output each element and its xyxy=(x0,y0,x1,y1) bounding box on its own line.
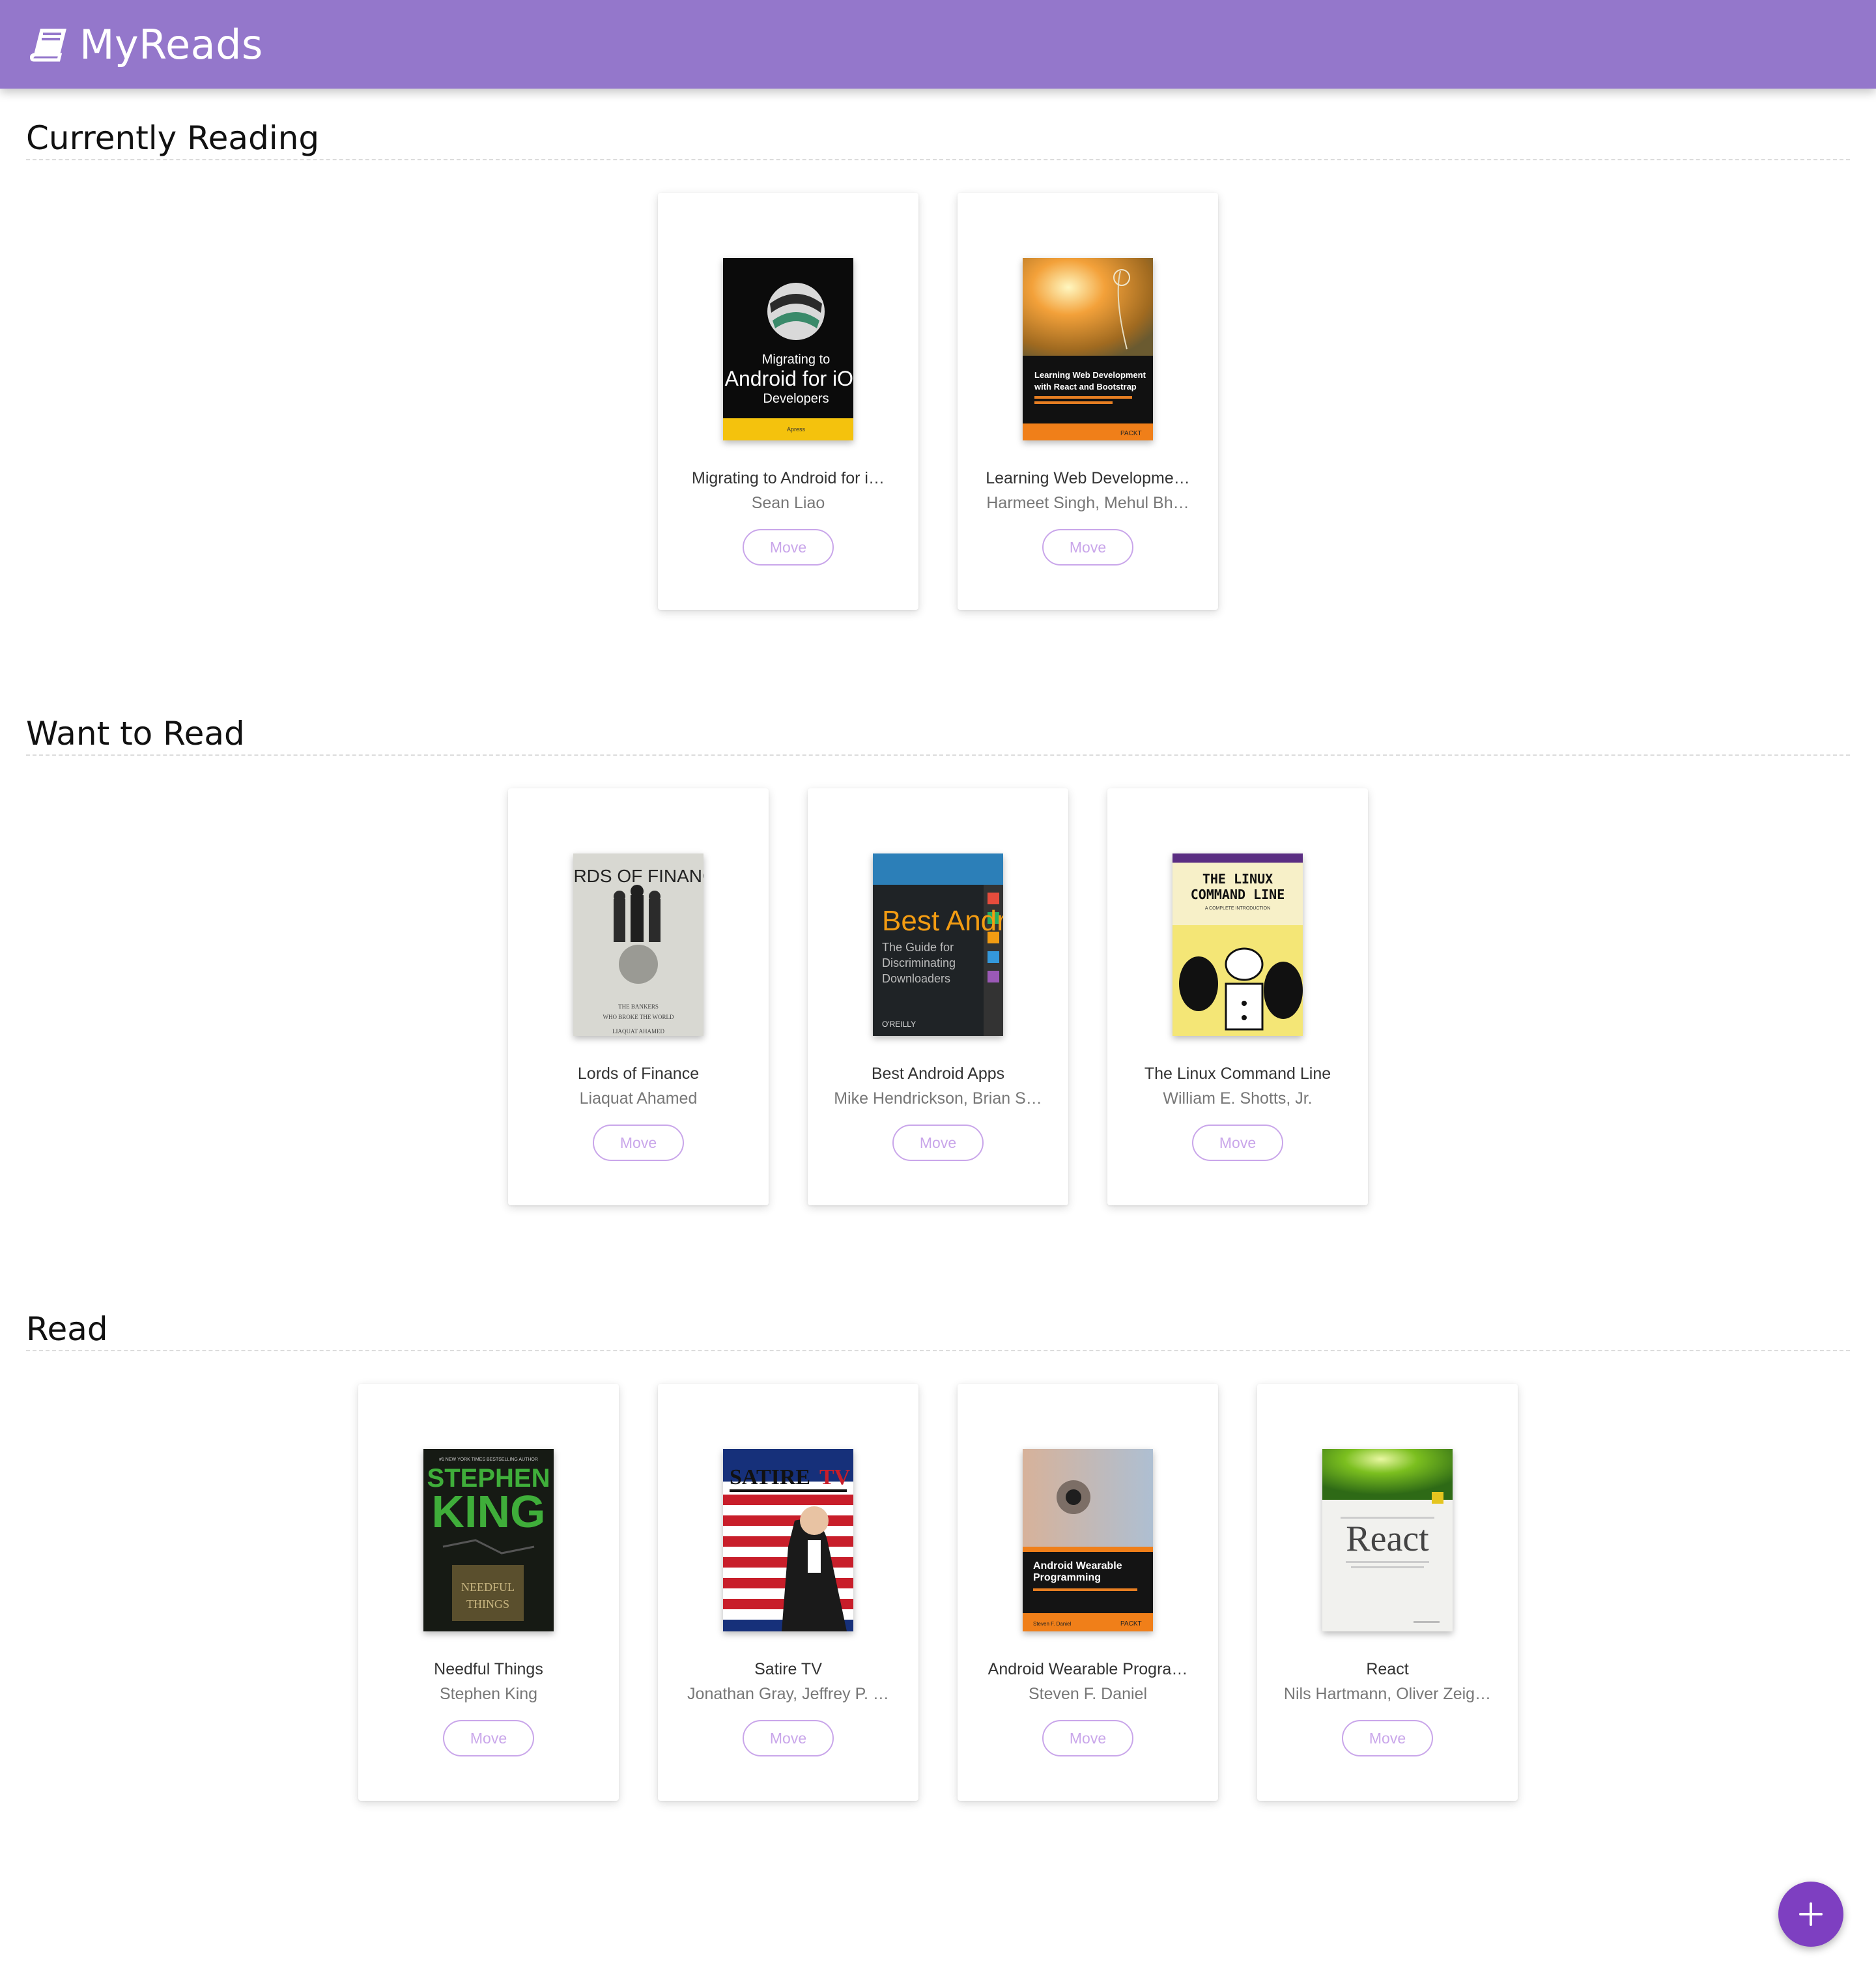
book-grid: LORDS OF FINANCE THE BANKERS WHO BROKE T… xyxy=(26,788,1850,1205)
svg-text:The Guide for: The Guide for xyxy=(882,941,954,954)
book-authors: Steven F. Daniel xyxy=(1028,1685,1148,1703)
book-title: Best Android Apps xyxy=(871,1065,1005,1083)
move-button[interactable]: Move xyxy=(743,529,834,566)
book-authors: Harmeet Singh, Mehul Bh… xyxy=(986,494,1189,512)
svg-text:Learning Web Development: Learning Web Development xyxy=(1034,370,1146,380)
svg-text:THE LINUX: THE LINUX xyxy=(1202,871,1273,887)
book-card[interactable]: Migrating to Android for iOS Developers … xyxy=(658,193,918,610)
book-card[interactable]: Best Andr The Guide for Discriminating D… xyxy=(808,788,1068,1205)
book-authors: William E. Shotts, Jr. xyxy=(1163,1089,1313,1108)
move-button[interactable]: Move xyxy=(1042,529,1133,566)
svg-text:TV: TV xyxy=(819,1465,851,1489)
book-card[interactable]: #1 NEW YORK TIMES BESTSELLING AUTHOR STE… xyxy=(358,1384,619,1801)
book-authors: Liaquat Ahamed xyxy=(579,1089,698,1108)
book-grid: #1 NEW YORK TIMES BESTSELLING AUTHOR STE… xyxy=(26,1384,1850,1801)
svg-text:Downloaders: Downloaders xyxy=(882,972,950,985)
app-title: MyReads xyxy=(79,20,263,68)
book-card[interactable]: Android Wearable Programming Steven F. D… xyxy=(958,1384,1218,1801)
plus-icon xyxy=(1799,1902,1823,1926)
svg-text:LIAQUAT AHAMED: LIAQUAT AHAMED xyxy=(612,1028,665,1035)
book-icon xyxy=(30,23,72,65)
shelf-want-to-read: Want to Read LORDS OF FINANCE THE BANKER… xyxy=(26,713,1850,1205)
svg-text:React: React xyxy=(1346,1519,1429,1559)
book-title: Lords of Finance xyxy=(577,1065,700,1083)
book-authors: Jonathan Gray, Jeffrey P. … xyxy=(687,1685,889,1703)
book-title: React xyxy=(1366,1660,1409,1678)
book-authors: Nils Hartmann, Oliver Zeig… xyxy=(1283,1685,1492,1703)
book-title: Satire TV xyxy=(754,1660,822,1678)
shelf-divider xyxy=(26,1350,1850,1351)
shelf-currently-reading: Currently Reading Migrating to Android f… xyxy=(26,117,1850,610)
book-authors: Stephen King xyxy=(439,1685,538,1703)
svg-text:#1 NEW YORK TIMES BESTSELLING: #1 NEW YORK TIMES BESTSELLING AUTHOR xyxy=(439,1457,538,1462)
book-cover[interactable]: React xyxy=(1322,1449,1453,1631)
shelf-title: Read xyxy=(26,1310,108,1348)
svg-text:THINGS: THINGS xyxy=(466,1598,509,1611)
book-cover[interactable]: LORDS OF FINANCE THE BANKERS WHO BROKE T… xyxy=(573,853,704,1036)
book-cover[interactable]: Learning Web Development with React and … xyxy=(1023,258,1153,440)
book-authors: Mike Hendrickson, Brian S… xyxy=(834,1089,1042,1108)
book-title: Needful Things xyxy=(434,1660,543,1678)
book-card[interactable]: Learning Web Development with React and … xyxy=(958,193,1218,610)
shelf-title: Want to Read xyxy=(26,715,245,752)
svg-text:THE BANKERS: THE BANKERS xyxy=(618,1003,659,1010)
svg-text:Android for iOS: Android for iOS xyxy=(725,367,853,390)
app-header: MyReads xyxy=(0,0,1876,89)
book-authors: Sean Liao xyxy=(751,494,825,512)
move-button[interactable]: Move xyxy=(593,1125,684,1161)
add-book-button[interactable] xyxy=(1778,1882,1843,1947)
book-cover[interactable]: Best Andr The Guide for Discriminating D… xyxy=(873,853,1003,1036)
shelf-read: Read #1 NEW YORK TIMES BESTSELLING AUTHO… xyxy=(26,1308,1850,1801)
shelf-title: Currently Reading xyxy=(26,119,320,157)
book-card[interactable]: SATIRE TV Satire TV Jonathan Gray, Jeffr… xyxy=(658,1384,918,1801)
svg-text:WHO BROKE THE WORLD: WHO BROKE THE WORLD xyxy=(603,1014,674,1020)
svg-text:Android Wearable: Android Wearable xyxy=(1033,1560,1122,1571)
svg-text:KING: KING xyxy=(432,1486,546,1537)
book-title: The Linux Command Line xyxy=(1144,1065,1331,1083)
svg-text:Best Andr: Best Andr xyxy=(882,905,1003,937)
book-cover[interactable]: Android Wearable Programming Steven F. D… xyxy=(1023,1449,1153,1631)
book-card[interactable]: React React Nils Hartmann, Oliver Zeig… … xyxy=(1257,1384,1518,1801)
svg-text:NEEDFUL: NEEDFUL xyxy=(461,1581,515,1594)
move-button[interactable]: Move xyxy=(892,1125,984,1161)
book-card[interactable]: LORDS OF FINANCE THE BANKERS WHO BROKE T… xyxy=(508,788,769,1205)
svg-text:Programming: Programming xyxy=(1033,1572,1101,1583)
shelf-divider xyxy=(26,159,1850,160)
book-cover[interactable]: THE LINUX COMMAND LINE A COMPLETE INTROD… xyxy=(1172,853,1303,1036)
book-cover[interactable]: Migrating to Android for iOS Developers … xyxy=(723,258,853,440)
move-button[interactable]: Move xyxy=(1042,1720,1133,1756)
svg-text:Steven F. Daniel: Steven F. Daniel xyxy=(1033,1621,1071,1627)
book-title: Android Wearable Progra… xyxy=(988,1660,1188,1678)
move-button[interactable]: Move xyxy=(1342,1720,1433,1756)
svg-text:A COMPLETE INTRODUCTION: A COMPLETE INTRODUCTION xyxy=(1205,906,1270,911)
move-button[interactable]: Move xyxy=(743,1720,834,1756)
move-button[interactable]: Move xyxy=(443,1720,534,1756)
book-cover[interactable]: #1 NEW YORK TIMES BESTSELLING AUTHOR STE… xyxy=(423,1449,554,1631)
svg-text:Discriminating: Discriminating xyxy=(882,956,956,969)
svg-text:LORDS OF FINANCE: LORDS OF FINANCE xyxy=(573,866,704,886)
svg-text:COMMAND LINE: COMMAND LINE xyxy=(1191,887,1285,902)
svg-text:Apress: Apress xyxy=(787,426,806,433)
book-cover[interactable]: SATIRE TV xyxy=(723,1449,853,1631)
svg-text:Developers: Developers xyxy=(763,392,829,406)
book-title: Migrating to Android for i… xyxy=(692,469,885,487)
svg-text:with React and Bootstrap: with React and Bootstrap xyxy=(1034,382,1137,392)
book-title: Learning Web Developme… xyxy=(986,469,1190,487)
svg-text:PACKT: PACKT xyxy=(1120,430,1142,437)
svg-text:SATIRE: SATIRE xyxy=(730,1465,810,1489)
book-card[interactable]: THE LINUX COMMAND LINE A COMPLETE INTROD… xyxy=(1107,788,1368,1205)
shelf-divider xyxy=(26,754,1850,756)
move-button[interactable]: Move xyxy=(1192,1125,1283,1161)
svg-text:PACKT: PACKT xyxy=(1120,1620,1142,1627)
svg-text:Migrating to: Migrating to xyxy=(762,352,831,367)
book-grid: Migrating to Android for iOS Developers … xyxy=(26,193,1850,610)
svg-text:O'REILLY: O'REILLY xyxy=(882,1020,916,1029)
